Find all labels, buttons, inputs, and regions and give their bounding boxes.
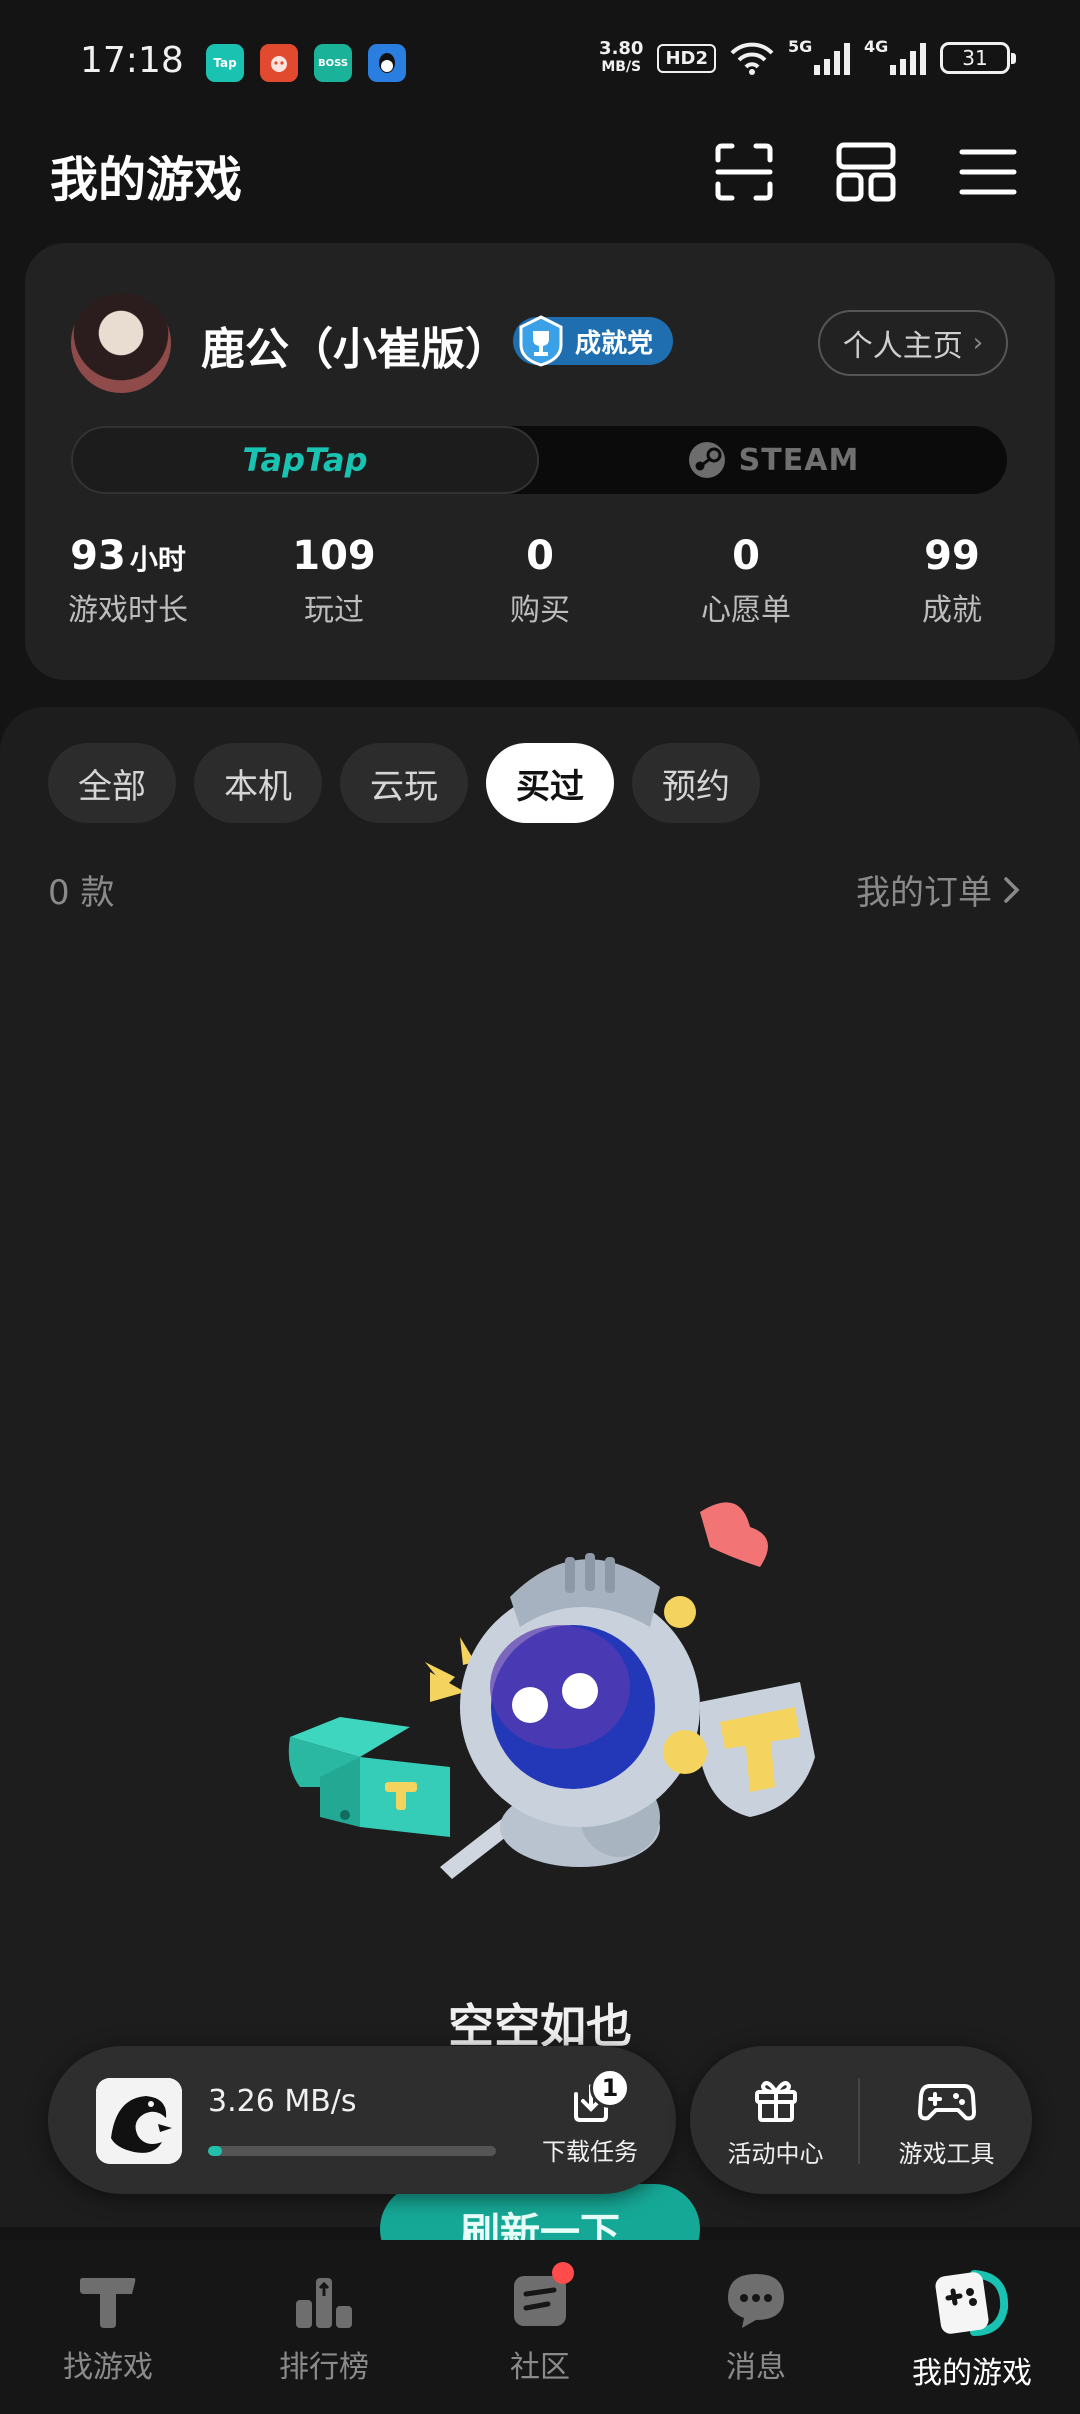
filter-tab-reserved[interactable]: 预约 (632, 743, 760, 823)
signal-4g-icon: 4G (864, 37, 926, 75)
status-app-icons: Tap BOSS (206, 44, 406, 82)
nav-find-games[interactable]: 找游戏 (0, 2240, 216, 2414)
profile-stats: 93 小时 游戏时长 109 玩过 0 购买 0 心愿单 99 成就 (25, 533, 1055, 629)
grid-icon[interactable] (834, 140, 898, 204)
homepage-button[interactable]: 个人主页 › (818, 310, 1008, 376)
avatar[interactable] (71, 293, 171, 393)
achievement-badge[interactable]: 成就党 (513, 315, 673, 367)
filter-tab-purchased[interactable]: 买过 (486, 743, 614, 823)
boss-app-icon: BOSS (314, 44, 352, 82)
message-icon (728, 2274, 784, 2328)
nav-ranking[interactable]: 排行榜 (216, 2240, 432, 2414)
filter-tab-all[interactable]: 全部 (48, 743, 176, 823)
notification-dot (552, 2262, 574, 2284)
game-app-icon (260, 44, 298, 82)
signal-5g-icon: 5G (788, 37, 850, 75)
hd-badge: HD2 (657, 43, 716, 73)
stat-wishlist[interactable]: 0 心愿单 (643, 533, 849, 629)
game-tools-button[interactable]: 游戏工具 (861, 2072, 1032, 2169)
filter-tab-local[interactable]: 本机 (194, 743, 322, 823)
dragon-game-icon (96, 2078, 182, 2164)
stat-achievements[interactable]: 99 成就 (849, 533, 1055, 629)
download-count-badge: 1 (590, 2068, 630, 2108)
battery-icon: 31 (940, 42, 1016, 74)
scan-icon[interactable] (712, 140, 776, 204)
stat-played[interactable]: 109 玩过 (231, 533, 437, 629)
status-indicators: 3.80 MB/S HD2 5G 4G 31 (599, 37, 1016, 76)
my-orders-link[interactable]: 我的订单 (856, 865, 1022, 914)
nav-my-games[interactable]: 我的游戏 (864, 2240, 1080, 2414)
download-tasks-button[interactable]: 1 下载任务 (530, 2068, 650, 2167)
activity-center-button[interactable]: 活动中心 (690, 2072, 861, 2169)
chevron-right-icon (1004, 876, 1020, 903)
steam-icon (688, 442, 725, 478)
chevron-right-icon: › (972, 328, 984, 358)
ranking-icon (296, 2278, 352, 2328)
network-speed: 3.80 MB/S (599, 38, 644, 76)
platform-toggle: TapTap STEAM (71, 426, 1007, 494)
download-progress-bar (208, 2146, 496, 2156)
download-bar[interactable]: 3.26 MB/s 1 下载任务 (48, 2046, 676, 2194)
find-game-icon (80, 2278, 136, 2328)
my-games-icon (935, 2270, 1009, 2336)
menu-icon[interactable] (956, 140, 1020, 204)
platform-taptap-tab[interactable]: TapTap (71, 426, 539, 494)
download-progress-fill (208, 2146, 223, 2156)
filter-tab-cloud[interactable]: 云玩 (340, 743, 468, 823)
page-title: 我的游戏 (50, 152, 243, 208)
username[interactable]: 鹿公（小崔版） (201, 313, 509, 377)
qq-app-icon (368, 44, 406, 82)
trophy-icon (519, 315, 563, 367)
game-count: 0 款 (48, 873, 115, 913)
download-speed: 3.26 MB/s (208, 2084, 357, 2119)
tools-divider (858, 2078, 860, 2164)
nav-messages[interactable]: 消息 (648, 2240, 864, 2414)
platform-steam-tab[interactable]: STEAM (539, 426, 1007, 494)
page-header: 我的游戏 (0, 120, 1080, 260)
filter-tabs: 全部 本机 云玩 买过 预约 (48, 743, 760, 823)
empty-knight-illustration (288, 1502, 815, 1879)
stat-purchased[interactable]: 0 购买 (437, 533, 643, 629)
gamepad-icon (917, 2083, 976, 2120)
achievement-badge-label: 成就党 (575, 328, 654, 359)
status-bar: 17:18 Tap BOSS 3.80 MB/S HD2 5G 4G 31 (0, 0, 1080, 120)
profile-card: 鹿公（小崔版） 成就党 个人主页 › TapTap STEAM 93 小时 游戏时… (25, 243, 1055, 680)
stat-playtime[interactable]: 93 小时 游戏时长 (25, 533, 231, 629)
nav-community[interactable]: 社区 (432, 2240, 648, 2414)
quick-tools-bar: 活动中心 游戏工具 (690, 2046, 1032, 2194)
taptap-app-icon: Tap (206, 44, 244, 82)
wifi-icon (730, 42, 774, 75)
download-tasks-label: 下载任务 (542, 2138, 638, 2166)
status-time: 17:18 (80, 40, 184, 81)
downloading-game-thumbnail[interactable] (96, 2078, 182, 2164)
bottom-navigation: 找游戏 排行榜 社区 消息 我的游戏 (0, 2240, 1080, 2414)
gift-icon (754, 2080, 797, 2122)
games-panel: 全部 本机 云玩 买过 预约 0 款 我的订单 空空如也 刷新一下 (0, 707, 1080, 2274)
